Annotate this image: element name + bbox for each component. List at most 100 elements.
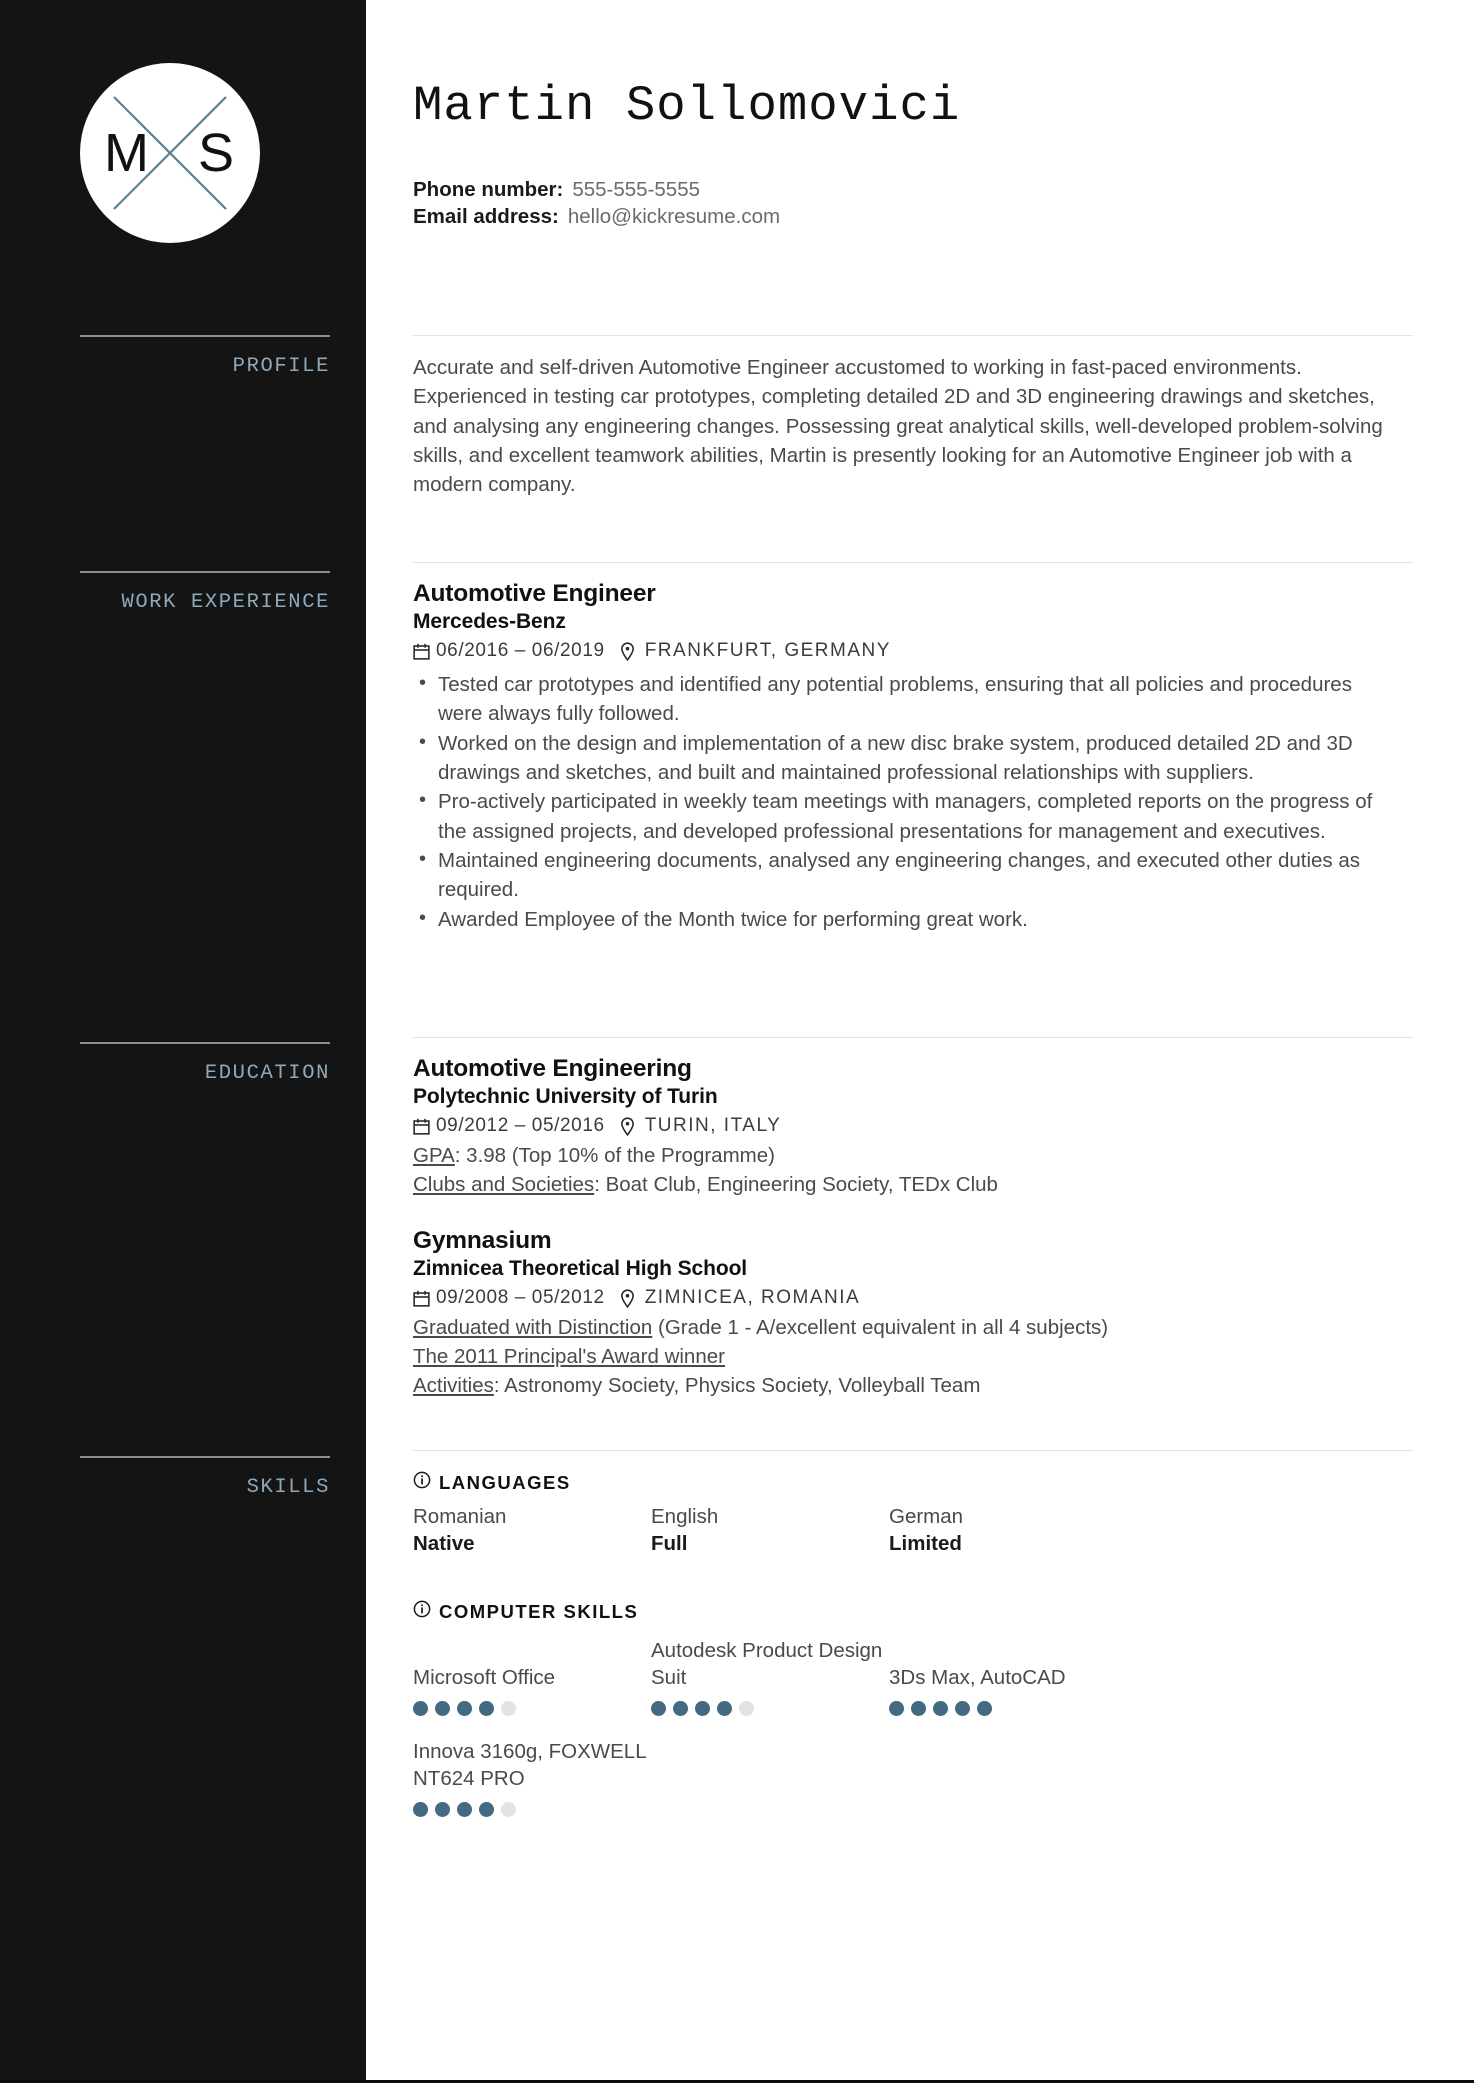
language-level: Limited [889, 1532, 962, 1555]
monogram-x-circle-icon: M S [80, 63, 260, 243]
location-pin-icon [620, 1289, 635, 1308]
resume-page: M S PROFILE WORK EXPERIENCE EDUCATION SK… [0, 0, 1474, 2083]
list-item: Autodesk Product Design Suit [651, 1637, 889, 1716]
education-detail: Clubs and Societies: Boat Club, Engineer… [413, 1170, 1413, 1199]
list-item: German Limited [889, 1503, 1127, 1557]
job-location: FRANKFURT, GERMANY [644, 640, 891, 662]
language-level: Native [413, 1532, 475, 1555]
email-value[interactable]: hello@kickresume.com [568, 205, 780, 228]
section-skills: LANGUAGES Romanian Native English Full G… [413, 1450, 1413, 1817]
education-dates: 09/2008 – 05/2012 [436, 1287, 605, 1309]
sidebar-divider [80, 1456, 330, 1458]
rating-dot-filled [413, 1701, 428, 1716]
section-divider [413, 1037, 1413, 1038]
rating-dot-empty [501, 1701, 516, 1716]
sidebar-item-profile[interactable]: PROFILE [80, 335, 330, 379]
education-entry: Automotive Engineering Polytechnic Unive… [413, 1055, 1413, 1199]
calendar-icon [413, 1290, 430, 1307]
monogram-left-letter: M [104, 123, 149, 183]
list-item: Worked on the design and implementation … [413, 728, 1388, 788]
skill-rating [889, 1701, 1127, 1716]
sidebar: M S PROFILE WORK EXPERIENCE EDUCATION SK… [0, 0, 366, 2080]
main-content: Martin Sollomovici Phone number: 555-555-… [366, 0, 1474, 2080]
languages-heading: LANGUAGES [413, 1471, 1413, 1494]
detail-label: Activities [413, 1374, 494, 1398]
rating-dot-filled [717, 1701, 732, 1716]
rating-dot-filled [889, 1701, 904, 1716]
languages-list: Romanian Native English Full German Limi… [413, 1503, 1413, 1557]
sidebar-item-label: PROFILE [232, 355, 330, 378]
education-meta: 09/2008 – 05/2012 ZIMNICEA, ROMANIA [413, 1287, 1413, 1309]
education-location: TURIN, ITALY [644, 1115, 782, 1137]
job-title: Automotive Engineer [413, 580, 656, 607]
language-name: English [651, 1505, 719, 1528]
sidebar-item-work-experience[interactable]: WORK EXPERIENCE [80, 571, 330, 615]
skill-name: Autodesk Product Design Suit [651, 1639, 883, 1689]
detail-value: : Astronomy Society, Physics Society, Vo… [493, 1374, 981, 1398]
avatar: M S [80, 63, 260, 243]
education-detail: Graduated with Distinction (Grade 1 - A/… [413, 1313, 1413, 1342]
sidebar-divider [80, 571, 330, 573]
computer-skills-heading-label: COMPUTER SKILLS [439, 1600, 639, 1622]
detail-label: Graduated with Distinction [413, 1316, 653, 1340]
list-item: Tested car prototypes and identified any… [413, 669, 1388, 729]
list-item: Microsoft Office [413, 1637, 651, 1716]
detail-label: Clubs and Societies [413, 1173, 595, 1197]
job-meta: 06/2016 – 06/2019 FRANKFURT, GERMANY [413, 640, 1413, 662]
sidebar-divider [80, 1042, 330, 1044]
computer-skills-heading: COMPUTER SKILLS [413, 1600, 1413, 1623]
rating-dot-filled [435, 1802, 450, 1817]
company-name: Mercedes-Benz [413, 609, 566, 633]
contact-email: Email address: hello@kickresume.com [413, 203, 780, 230]
education-location: ZIMNICEA, ROMANIA [644, 1287, 861, 1309]
sidebar-item-label: EDUCATION [204, 1062, 330, 1085]
school-name: Polytechnic University of Turin [413, 1084, 718, 1108]
sidebar-item-label: SKILLS [246, 1476, 330, 1499]
detail-value: : 3.98 (Top 10% of the Programme) [454, 1144, 775, 1168]
skill-rating [413, 1802, 651, 1817]
computer-skills-group: COMPUTER SKILLS Microsoft Office Autodes… [413, 1600, 1413, 1817]
page-title: Martin Sollomovici [413, 78, 961, 134]
profile-text: Accurate and self-driven Automotive Engi… [413, 356, 1383, 497]
detail-label: GPA [413, 1144, 455, 1168]
languages-heading-label: LANGUAGES [439, 1471, 571, 1493]
section-divider [413, 335, 1413, 336]
languages-group: LANGUAGES Romanian Native English Full G… [413, 1471, 1413, 1557]
rating-dot-filled [651, 1701, 666, 1716]
phone-value[interactable]: 555-555-5555 [572, 178, 700, 201]
education-detail: GPA: 3.98 (Top 10% of the Programme) [413, 1141, 1413, 1170]
rating-dot-filled [435, 1701, 450, 1716]
detail-label: The 2011 Principal's Award winner [413, 1345, 725, 1369]
rating-dot-filled [413, 1802, 428, 1817]
rating-dot-empty [501, 1802, 516, 1817]
monogram-right-letter: S [197, 123, 234, 183]
sidebar-item-education[interactable]: EDUCATION [80, 1042, 330, 1086]
skill-rating [413, 1701, 651, 1716]
list-item: Innova 3160g, FOXWELL NT624 PRO [413, 1738, 651, 1817]
school-name: Zimnicea Theoretical High School [413, 1257, 748, 1281]
phone-label: Phone number: [413, 178, 564, 201]
skill-name: 3Ds Max, AutoCAD [889, 1666, 1066, 1689]
rating-dot-empty [739, 1701, 754, 1716]
rating-dot-filled [911, 1701, 926, 1716]
calendar-icon [413, 1118, 430, 1135]
skill-rating [651, 1701, 889, 1716]
contact-phone: Phone number: 555-555-5555 [413, 176, 780, 203]
sidebar-item-skills[interactable]: SKILLS [80, 1456, 330, 1500]
info-icon [413, 1471, 431, 1494]
list-item: Maintained engineering documents, analys… [413, 845, 1388, 905]
rating-dot-filled [977, 1701, 992, 1716]
language-name: Romanian [413, 1505, 507, 1528]
degree-title: Gymnasium [413, 1227, 552, 1255]
section-education: Automotive Engineering Polytechnic Unive… [413, 1037, 1413, 1400]
sidebar-item-label: WORK EXPERIENCE [121, 591, 330, 614]
education-meta: 09/2012 – 05/2016 TURIN, ITALY [413, 1115, 1413, 1137]
rating-dot-filled [955, 1701, 970, 1716]
list-item: Romanian Native [413, 1503, 651, 1557]
education-entry: Gymnasium Zimnicea Theoretical High Scho… [413, 1227, 1413, 1400]
section-work-experience: Automotive Engineer Mercedes-Benz 06/201… [413, 562, 1413, 934]
rating-dot-filled [457, 1802, 472, 1817]
contact-info: Phone number: 555-555-5555 Email address:… [413, 176, 780, 230]
computer-skills-list: Innova 3160g, FOXWELL NT624 PRO [413, 1738, 1413, 1817]
rating-dot-filled [933, 1701, 948, 1716]
